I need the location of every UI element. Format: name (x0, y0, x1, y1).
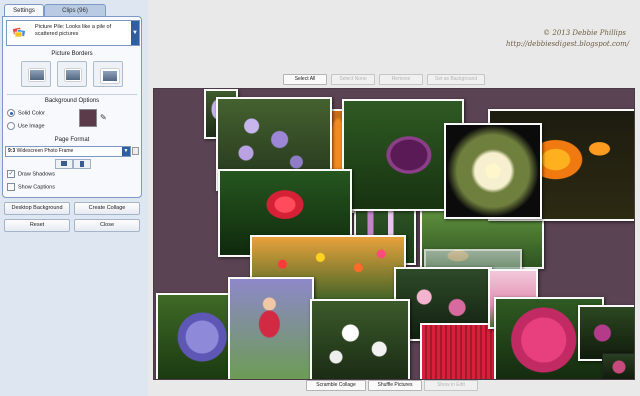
border-thin-icon (29, 69, 45, 81)
use-image-label: Use Image (18, 123, 45, 130)
border-style-button-2[interactable] (57, 61, 87, 87)
settings-box: Picture Pile: Looks like a pile of scatt… (2, 16, 142, 198)
page-format-label: Widescreen Photo Frame (16, 148, 74, 154)
collage-photo-white-daisies[interactable] (310, 299, 410, 379)
radio-icon[interactable] (7, 122, 15, 130)
landscape-icon (61, 161, 67, 166)
solid-color-label: Solid Color (18, 110, 45, 117)
show-in-edit-button[interactable]: Show in Edit (424, 380, 478, 391)
chevron-down-icon[interactable]: ▼ (122, 147, 130, 156)
desktop-background-button[interactable]: Desktop Background (4, 202, 70, 215)
radio-icon[interactable] (7, 109, 15, 117)
collage-photo-white-flower[interactable] (444, 123, 542, 219)
scramble-collage-button[interactable]: Scramble Collage (306, 380, 366, 391)
use-image-option[interactable]: Use Image (7, 122, 45, 131)
select-none-button[interactable]: Select None (331, 74, 375, 85)
border-style-button-1[interactable] (21, 61, 51, 87)
show-captions-option[interactable]: Show Captions (7, 183, 55, 192)
collage-style-label: Picture Pile: Looks like a pile of scatt… (35, 24, 130, 38)
chevron-down-icon[interactable]: ▼ (131, 21, 139, 45)
collage-style-name: Picture Pile: (35, 24, 65, 30)
draw-shadows-label: Draw Shadows (18, 171, 55, 178)
picture-borders-title: Picture Borders (51, 51, 93, 57)
draw-shadows-option[interactable]: ✓ Draw Shadows (7, 170, 55, 179)
background-options-title: Background Options (44, 98, 100, 104)
reset-button[interactable]: Reset (4, 219, 70, 232)
page-format-title: Page Format (54, 137, 90, 143)
settings-panel: Settings Clips (96) Picture Pile: Looks … (0, 0, 148, 396)
watermark-line-1: © 2013 Debbie Phillips (543, 29, 626, 37)
page-format-ratio: 9:3 (8, 148, 16, 154)
watermark-line-2: http://debbiesdigest.blogspot.com/ (506, 40, 630, 48)
background-color-swatch[interactable] (79, 109, 97, 127)
eyedropper-icon[interactable]: ✎ (100, 113, 107, 122)
collage-style-select[interactable]: Picture Pile: Looks like a pile of scatt… (6, 20, 140, 46)
show-captions-label: Show Captions (18, 184, 55, 191)
picture-pile-icon (12, 26, 26, 38)
lock-aspect-icon[interactable] (132, 147, 139, 155)
remove-button[interactable]: Remove (379, 74, 423, 85)
border-medium-icon (65, 69, 81, 81)
checkbox-checked-icon[interactable]: ✓ (7, 170, 15, 178)
set-as-background-button[interactable]: Set as Background (427, 74, 485, 85)
page-format-select[interactable]: 9:3 Widescreen Photo Frame ▼ (5, 146, 131, 157)
copyright-watermark: © 2013 Debbie Phillips http://debbiesdig… (506, 28, 630, 50)
portrait-icon (80, 161, 84, 167)
checkbox-icon[interactable] (7, 183, 15, 191)
landscape-orientation-button[interactable] (55, 159, 73, 169)
collage-photo-red-field[interactable] (420, 323, 500, 379)
border-style-button-3[interactable] (93, 61, 123, 87)
shuffle-pictures-button[interactable]: Shuffle Pictures (368, 380, 422, 391)
solid-color-option[interactable]: Solid Color (7, 109, 45, 118)
border-thick-icon (101, 69, 119, 83)
collage-canvas[interactable] (153, 88, 635, 380)
close-button[interactable]: Close (74, 219, 140, 232)
collage-workspace: © 2013 Debbie Phillips http://debbiesdig… (148, 0, 640, 396)
select-all-button[interactable]: Select All (283, 74, 327, 85)
collage-photo-woman[interactable] (228, 277, 314, 379)
portrait-orientation-button[interactable] (73, 159, 91, 169)
create-collage-button[interactable]: Create Collage (74, 202, 140, 215)
collage-photo-pink-small[interactable] (602, 353, 634, 379)
divider (7, 94, 137, 95)
